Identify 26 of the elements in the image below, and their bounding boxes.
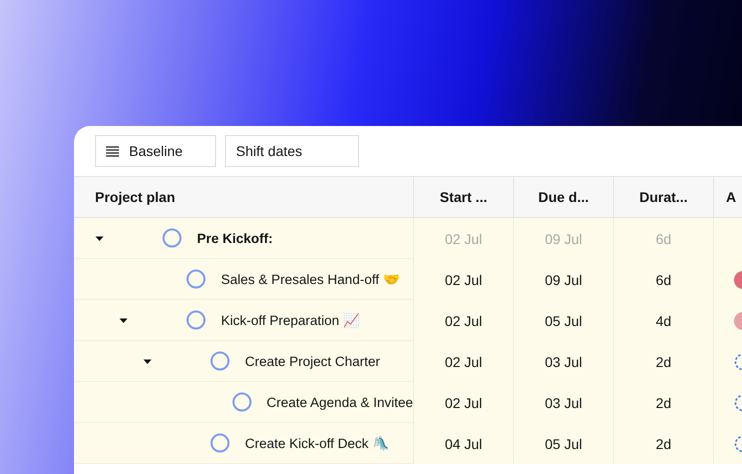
column-header[interactable]: A (713, 177, 742, 217)
status-circle-icon[interactable] (186, 269, 206, 289)
duration: 2d (613, 423, 713, 464)
status-circle-icon[interactable] (210, 433, 230, 453)
toolbar-button[interactable]: Shift dates (225, 135, 359, 167)
status-circle-icon[interactable] (210, 351, 230, 371)
status-circle-icon[interactable] (232, 392, 252, 412)
task-name: Create Project Charter (245, 354, 380, 368)
caret-icon[interactable] (143, 356, 152, 366)
status-circle-icon[interactable] (186, 310, 206, 330)
caret-icon[interactable] (119, 316, 128, 324)
due-date: 05 Jul (513, 423, 613, 464)
task-name: Create Kick-off Deck 🛝 (245, 435, 390, 451)
column-header[interactable]: Start ... (413, 177, 513, 217)
task-name: Pre Kickoff: (197, 230, 273, 246)
column-header[interactable]: Project plan (74, 177, 413, 217)
column-header[interactable]: Durat... (613, 177, 713, 217)
caret-icon[interactable] (95, 234, 104, 242)
list-icon (106, 146, 119, 156)
status-circle-icon[interactable] (162, 228, 182, 248)
toolbar-button[interactable]: Baseline (95, 135, 216, 167)
column-header[interactable]: Due d... (513, 177, 613, 217)
task-name: Kick-off Preparation 📈 (221, 312, 360, 328)
task-name: Sales & Presales Hand-off 🤝 (221, 271, 400, 287)
start-date: 04 Jul (413, 423, 513, 464)
task-name: Create Agenda & Invitee (266, 394, 413, 410)
